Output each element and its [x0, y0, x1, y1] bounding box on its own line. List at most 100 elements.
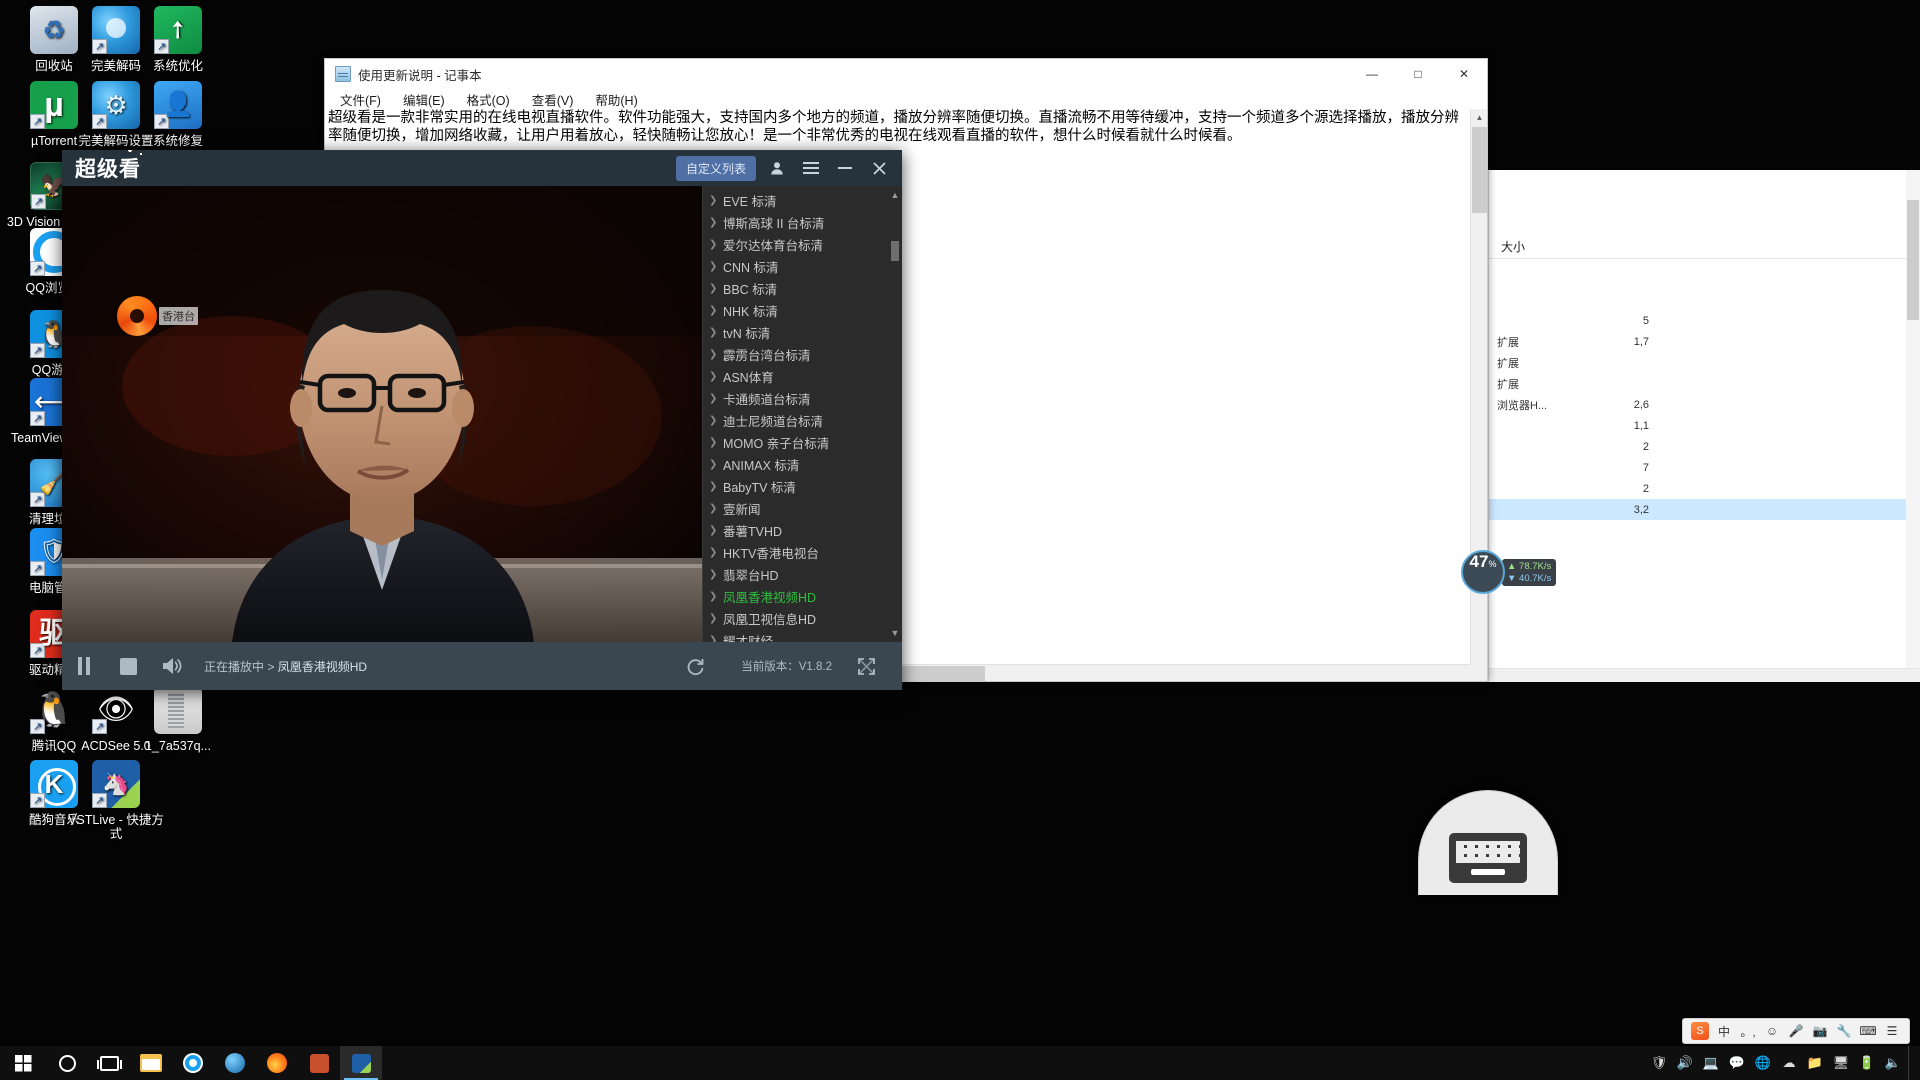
channel-list-panel[interactable]: ❯EVE 标清❯博斯高球 II 台标清❯爱尔达体育台标清❯CNN 标清❯BBC … [702, 186, 902, 642]
scroll-up-icon[interactable]: ▲ [891, 190, 900, 200]
volume-tray-icon[interactable]: 🔊 [1674, 1046, 1696, 1080]
close-icon[interactable]: ✕ [1441, 59, 1487, 89]
desktop-icon-vstlive-shortcut[interactable]: ↗VSTLive - 快捷方式 [68, 760, 164, 841]
start-button[interactable] [0, 1046, 46, 1080]
channel-list-item[interactable]: ❯CNN 标清 [703, 255, 888, 277]
menu-icon[interactable] [798, 155, 824, 181]
channel-list-item[interactable]: ❯HKTV香港电视台 [703, 541, 888, 563]
chaojikan-player-window[interactable]: 超级看 自定义列表 [62, 150, 902, 690]
video-surface[interactable]: 香港台 [62, 186, 702, 642]
wechat-icon[interactable]: 💬 [1726, 1046, 1748, 1080]
notepad-vscroll-thumb[interactable] [1472, 127, 1487, 213]
bg-horizontal-scrollbar[interactable] [1489, 668, 1920, 682]
folder-tray-icon[interactable]: 📁 [1804, 1046, 1826, 1080]
taskbar[interactable]: 🛡 🔊 💻 💬 🌐 ☁ 📁 🖥 🔋 🔈 [0, 1046, 1920, 1080]
taskbar-vstlive[interactable] [340, 1046, 382, 1080]
maximize-icon[interactable]: □ [1395, 59, 1441, 89]
menu-help[interactable]: 帮助(H) [592, 89, 640, 110]
chevron-right-icon[interactable]: ❯ [709, 393, 723, 404]
sogou-ime-bar[interactable]: S 中 。, ☺ 🎤 📷 🔧 ⌨ ☰ [1682, 1018, 1910, 1044]
channel-list-item[interactable]: ❯ASN体育 [703, 365, 888, 387]
toolbox-icon[interactable]: 🔧 [1835, 1022, 1853, 1040]
system-tray[interactable]: 🛡 🔊 💻 💬 🌐 ☁ 📁 🖥 🔋 🔈 [1648, 1046, 1920, 1080]
desktop-icon-system-repair[interactable]: ↗系统修复 [130, 81, 226, 148]
minimize-icon[interactable]: — [1349, 59, 1395, 89]
table-row[interactable]: 扩展 [1489, 352, 1920, 373]
show-desktop-button[interactable] [1908, 1046, 1916, 1080]
user-icon[interactable] [764, 155, 790, 181]
taskbar-file-explorer[interactable] [130, 1046, 172, 1080]
chevron-right-icon[interactable]: ❯ [709, 195, 723, 206]
chevron-right-icon[interactable]: ❯ [709, 415, 723, 426]
custom-list-button[interactable]: 自定义列表 [676, 156, 756, 181]
player-titlebar[interactable]: 超级看 自定义列表 [62, 150, 902, 186]
taskbar-qq-browser[interactable] [172, 1046, 214, 1080]
table-row[interactable]: 扩展1,7 [1489, 331, 1920, 352]
network-speed-widget[interactable]: 47 % ▲ 78.7K/s ▼ 40.7K/s [1461, 552, 1561, 592]
chevron-right-icon[interactable]: ❯ [709, 283, 723, 294]
desktop-icon-system-optimize[interactable]: ↗系统优化 [130, 6, 226, 73]
volume-button[interactable] [150, 642, 194, 690]
background-explorer-window[interactable]: 大小 5扩展1,7扩展扩展浏览器H...2,61,12723,2 [1488, 170, 1920, 682]
player-controls[interactable]: 正在播放中 > 凤凰香港视频HD 当前版本：V1.8.2 [62, 642, 902, 690]
keyboard-icon[interactable]: ⌨ [1859, 1022, 1877, 1040]
ime-punctuation-toggle[interactable]: 。, [1739, 1022, 1757, 1040]
channel-list-item[interactable]: ❯MOMO 亲子台标清 [703, 431, 888, 453]
minimize-icon[interactable] [832, 155, 858, 181]
stop-button[interactable] [106, 642, 150, 690]
channel-list-item[interactable]: ❯tvN 标清 [703, 321, 888, 343]
chevron-right-icon[interactable]: ❯ [709, 437, 723, 448]
sogou-logo-icon[interactable]: S [1691, 1022, 1709, 1040]
channel-list-item[interactable]: ❯翡翠台HD [703, 563, 888, 585]
table-row[interactable]: 5 [1489, 310, 1920, 331]
chevron-right-icon[interactable]: ❯ [709, 327, 723, 338]
channel-list-item[interactable]: ❯番薯TVHD [703, 519, 888, 541]
monitor-icon[interactable]: 💻 [1700, 1046, 1722, 1080]
taskbar-firefox[interactable] [256, 1046, 298, 1080]
menu-view[interactable]: 查看(V) [529, 89, 577, 110]
chevron-right-icon[interactable]: ❯ [709, 635, 723, 643]
chevron-right-icon[interactable]: ❯ [709, 349, 723, 360]
channel-list-item[interactable]: ❯耀才财经 [703, 629, 888, 642]
channel-list[interactable]: ❯EVE 标清❯博斯高球 II 台标清❯爱尔达体育台标清❯CNN 标清❯BBC … [703, 186, 888, 642]
table-row[interactable]: 浏览器H...2,6 [1489, 394, 1920, 415]
scroll-down-icon[interactable]: ▼ [891, 628, 900, 638]
chevron-right-icon[interactable]: ❯ [709, 459, 723, 470]
close-icon[interactable] [866, 155, 892, 181]
channel-scroll-thumb[interactable] [891, 241, 899, 261]
channel-list-item[interactable]: ❯ANIMAX 标清 [703, 453, 888, 475]
table-row[interactable]: 扩展 [1489, 373, 1920, 394]
refresh-button[interactable] [673, 642, 717, 690]
notepad-menubar[interactable]: 文件(F) 编辑(E) 格式(O) 查看(V) 帮助(H) [325, 89, 1487, 109]
speaker-tray-icon[interactable]: 🔈 [1882, 1046, 1904, 1080]
mic-icon[interactable]: 🎤 [1787, 1022, 1805, 1040]
emoji-icon[interactable]: ☺ [1763, 1022, 1781, 1040]
pause-button[interactable] [62, 642, 106, 690]
notepad-content[interactable]: 超级看是一款非常实用的在线电视直播软件。软件功能强大，支持国内多个地方的频道，播… [328, 109, 1469, 145]
menu-icon[interactable]: ☰ [1883, 1022, 1901, 1040]
menu-format[interactable]: 格式(O) [464, 89, 513, 110]
chevron-right-icon[interactable]: ❯ [709, 547, 723, 558]
image-icon[interactable]: 📷 [1811, 1022, 1829, 1040]
chevron-right-icon[interactable]: ❯ [709, 503, 723, 514]
shield-icon[interactable]: 🛡 [1648, 1046, 1670, 1080]
channel-list-item[interactable]: ❯凤凰卫视信息HD [703, 607, 888, 629]
taskbar-powerpoint[interactable] [298, 1046, 340, 1080]
channel-list-scrollbar[interactable]: ▲ ▼ [888, 186, 902, 642]
channel-list-item[interactable]: ❯迪士尼频道台标清 [703, 409, 888, 431]
chevron-right-icon[interactable]: ❯ [709, 591, 723, 602]
ime-language-toggle[interactable]: 中 [1715, 1022, 1733, 1040]
chevron-right-icon[interactable]: ❯ [709, 239, 723, 250]
network-icon[interactable]: 🌐 [1752, 1046, 1774, 1080]
table-row[interactable]: 7 [1489, 457, 1920, 478]
channel-list-item[interactable]: ❯BabyTV 标清 [703, 475, 888, 497]
display-icon[interactable]: 🖥 [1830, 1046, 1852, 1080]
chevron-right-icon[interactable]: ❯ [709, 569, 723, 580]
channel-list-item[interactable]: ❯EVE 标清 [703, 189, 888, 211]
chevron-right-icon[interactable]: ❯ [709, 613, 723, 624]
taskbar-task-view[interactable] [88, 1046, 130, 1080]
chevron-right-icon[interactable]: ❯ [709, 371, 723, 382]
table-row[interactable]: 2 [1489, 478, 1920, 499]
bg-scroll-thumb[interactable] [1907, 200, 1919, 320]
taskbar-perfect-decoder[interactable] [214, 1046, 256, 1080]
